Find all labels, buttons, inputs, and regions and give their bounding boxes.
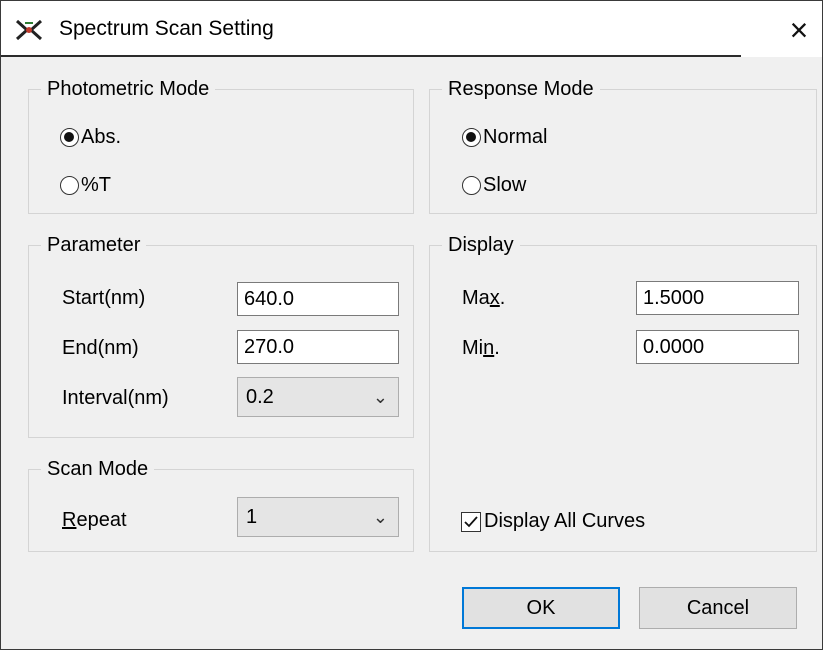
min-label: Min. bbox=[462, 337, 500, 359]
max-input[interactable]: 1.5000 bbox=[636, 281, 799, 315]
ok-button[interactable]: OK bbox=[462, 587, 620, 629]
radio-slow-indicator[interactable] bbox=[462, 176, 481, 195]
title-bar: Spectrum Scan Setting × bbox=[1, 1, 822, 57]
radio-normal-indicator[interactable] bbox=[462, 128, 481, 147]
min-input[interactable]: 0.0000 bbox=[636, 330, 799, 364]
radio-percent-t[interactable]: %T bbox=[60, 174, 111, 197]
interval-label: Interval(nm) bbox=[62, 387, 169, 409]
cancel-button[interactable]: Cancel bbox=[639, 587, 797, 629]
chevron-down-icon: ⌄ bbox=[372, 387, 388, 407]
radio-percent-t-label: %T bbox=[81, 174, 111, 196]
radio-normal[interactable]: Normal bbox=[462, 126, 547, 149]
parameter-label: Parameter bbox=[41, 232, 147, 258]
radio-normal-label: Normal bbox=[483, 126, 548, 148]
start-label: Start(nm) bbox=[62, 287, 146, 309]
radio-abs[interactable]: Abs. bbox=[60, 126, 121, 149]
photometric-mode-group: Photometric Mode Abs. %T bbox=[28, 76, 414, 214]
repeat-label: Repeat bbox=[62, 509, 127, 531]
spectrum-scan-setting-dialog: Spectrum Scan Setting × Photometric Mode… bbox=[0, 0, 823, 650]
max-label: Max. bbox=[462, 287, 506, 309]
chevron-down-icon: ⌄ bbox=[372, 507, 388, 527]
repeat-select[interactable]: 1 ⌄ bbox=[237, 497, 399, 537]
interval-select[interactable]: 0.2 ⌄ bbox=[237, 377, 399, 417]
display-all-curves-checkbox[interactable]: Display All Curves bbox=[461, 510, 645, 533]
scan-mode-label: Scan Mode bbox=[41, 456, 155, 482]
repeat-value: 1 bbox=[246, 506, 258, 528]
photometric-mode-label: Photometric Mode bbox=[41, 76, 216, 102]
radio-slow[interactable]: Slow bbox=[462, 174, 526, 197]
end-input[interactable]: 270.0 bbox=[237, 330, 399, 364]
interval-value: 0.2 bbox=[246, 386, 274, 408]
response-mode-group: Response Mode Normal Slow bbox=[429, 76, 817, 214]
window-title: Spectrum Scan Setting bbox=[59, 17, 274, 40]
display-label: Display bbox=[442, 232, 520, 258]
scan-mode-group: Scan Mode Repeat 1 ⌄ bbox=[28, 456, 414, 552]
radio-abs-label: Abs. bbox=[81, 126, 122, 148]
response-mode-label: Response Mode bbox=[442, 76, 600, 102]
radio-percent-t-indicator[interactable] bbox=[60, 176, 79, 195]
end-label: End(nm) bbox=[62, 337, 139, 359]
display-all-curves-box[interactable] bbox=[461, 511, 481, 532]
title-divider bbox=[1, 55, 741, 57]
radio-slow-label: Slow bbox=[483, 174, 527, 196]
checkmark-icon bbox=[464, 515, 478, 527]
start-input[interactable]: 640.0 bbox=[237, 282, 399, 316]
app-icon bbox=[15, 19, 43, 41]
display-all-curves-label: Display All Curves bbox=[484, 510, 646, 532]
radio-abs-indicator[interactable] bbox=[60, 128, 79, 147]
display-group: Display Max. 1.5000 Min. 0.0000 Display … bbox=[429, 232, 817, 552]
close-icon[interactable]: × bbox=[779, 11, 819, 51]
parameter-group: Parameter Start(nm) 640.0 End(nm) 270.0 … bbox=[28, 232, 414, 438]
